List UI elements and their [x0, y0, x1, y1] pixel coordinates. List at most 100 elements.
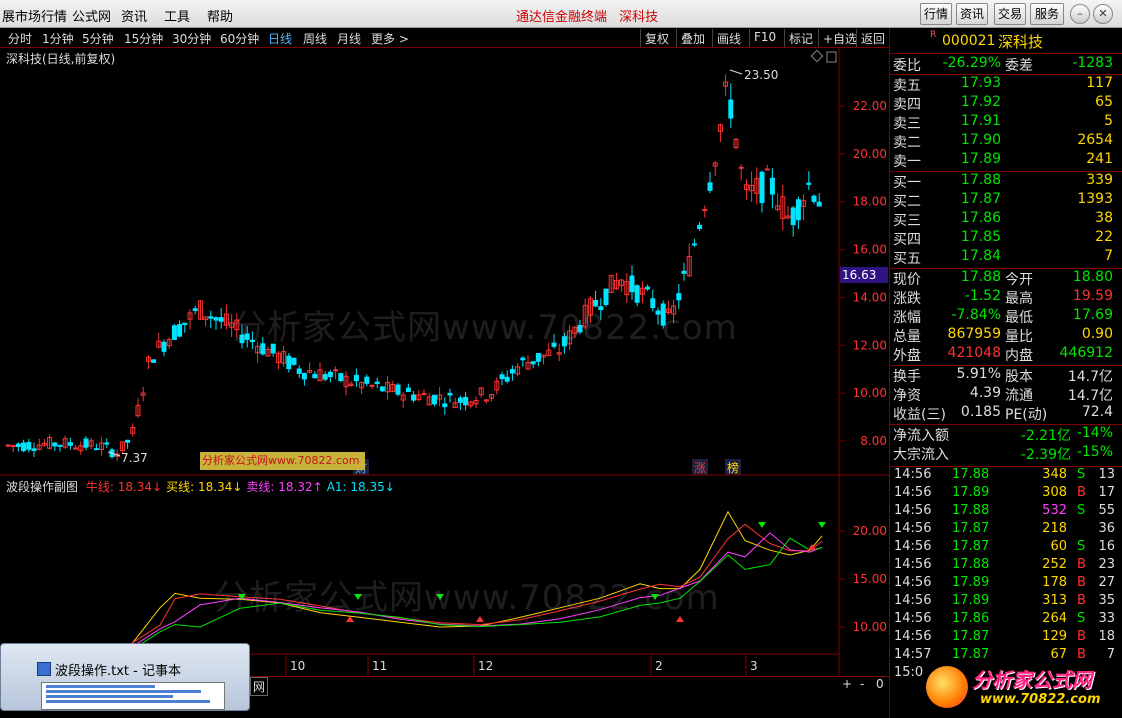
bid-label: 买三 — [893, 213, 921, 229]
reset-zoom-button[interactable]: 0 — [876, 677, 884, 691]
tick-time: 14:56 — [894, 539, 932, 554]
menu-help[interactable]: 帮助 — [207, 6, 233, 25]
sell-signal-arrow — [758, 522, 766, 528]
tick-price: 17.86 — [952, 611, 990, 626]
candle-body — [364, 376, 370, 384]
fundamental-row: 净资 4.39 流通 14.7亿 — [890, 385, 1122, 404]
indicator-tick-label: 15.00 — [853, 572, 887, 586]
stat-value: 867959 — [947, 326, 1001, 342]
tick-side: S — [1077, 539, 1086, 554]
tick-volume: 308 — [1042, 485, 1067, 500]
tick-side: S — [1077, 611, 1086, 626]
tick-time: 14:56 — [894, 575, 932, 590]
candle-body — [442, 403, 448, 408]
fund-label: 净资 — [893, 388, 921, 404]
stat-value: 19.59 — [1072, 288, 1113, 304]
menu-news[interactable]: 资讯 — [121, 6, 147, 25]
fund-value: 0.185 — [960, 404, 1001, 420]
tick-row: 14:56 17.88 532 S 55 — [890, 503, 1122, 521]
tick-side: B — [1077, 485, 1086, 500]
ask-volume: 117 — [1086, 75, 1113, 91]
mark-button[interactable]: 标记 — [784, 29, 817, 47]
bid-volume: 38 — [1095, 210, 1113, 226]
stat-value: -1.52 — [964, 288, 1001, 304]
zoom-out-button[interactable]: - — [860, 677, 864, 691]
tick-volume: 252 — [1042, 557, 1067, 572]
candle-body — [447, 392, 453, 396]
service-button[interactable]: 服务 — [1030, 3, 1064, 25]
minimize-icon[interactable]: – — [1070, 4, 1090, 24]
tick-count: 35 — [1098, 593, 1115, 608]
candle-body — [509, 369, 515, 374]
adjust-button[interactable]: 复权 — [640, 29, 673, 47]
news-button[interactable]: 资讯 — [956, 3, 988, 25]
stock-name: 深科技 — [998, 33, 1044, 51]
candle-body — [738, 166, 744, 169]
period-15min[interactable]: 15分钟 — [124, 30, 163, 47]
kline-title: 深科技(日线,前复权) — [6, 52, 116, 66]
f10-button[interactable]: F10 — [749, 29, 780, 47]
back-button[interactable]: 返回 — [856, 29, 889, 47]
tick-time: 14:56 — [894, 611, 932, 626]
bid-row: 买四 17.85 22 — [890, 229, 1122, 248]
tick-count: 18 — [1098, 629, 1115, 644]
period-1min[interactable]: 1分钟 — [42, 30, 74, 47]
window-icon — [826, 51, 837, 63]
trade-button[interactable]: 交易 — [994, 3, 1026, 25]
candle-body — [93, 448, 99, 451]
stat-label: 涨幅 — [893, 310, 921, 326]
app-title: 通达信金融终端 深科技 — [516, 6, 658, 25]
candle-body — [764, 168, 770, 171]
flow-value: -2.39亿 — [1020, 447, 1071, 463]
zoom-in-button[interactable]: + — [842, 677, 852, 691]
candle-body — [530, 361, 536, 365]
legend-items: 牛线: 18.34↓ 买线: 18.34↓ 卖线: 18.32↑ A1: 18.35↓ — [86, 480, 399, 494]
period-5min[interactable]: 5分钟 — [82, 30, 114, 47]
candle-body — [5, 444, 11, 447]
candle-body — [338, 373, 344, 382]
candle-body — [213, 317, 219, 321]
kline-chart[interactable]: 22.00 20.00 18.00 16.00 14.00 12.00 10.00 8.00 2… — [0, 48, 889, 476]
flow-row: 大宗流入 -2.39亿 -15% — [890, 444, 1122, 463]
stat-label: 外盘 — [893, 348, 921, 364]
period-weekly[interactable]: 周线 — [303, 30, 327, 47]
tick-time: 14:56 — [894, 467, 932, 482]
ask-label: 卖一 — [893, 154, 921, 170]
overlay-button[interactable]: 叠加 — [676, 29, 709, 47]
stat-value: 18.80 — [1072, 269, 1113, 285]
period-30min[interactable]: 30分钟 — [172, 30, 211, 47]
add-watchlist-button[interactable]: +自选 — [818, 29, 861, 47]
draw-button[interactable]: 画线 — [712, 29, 745, 47]
menu-formula-site[interactable]: 公式网 — [72, 6, 111, 25]
candle-body — [697, 224, 703, 230]
candle-body — [499, 374, 505, 380]
stat-value: 17.88 — [960, 269, 1001, 285]
period-60min[interactable]: 60分钟 — [220, 30, 259, 47]
bottom-tab[interactable]: 网 — [250, 677, 269, 696]
weibi-label: 委比 — [893, 58, 921, 74]
quote-button[interactable]: 行情 — [920, 3, 952, 25]
candle-body — [520, 357, 526, 361]
period-more[interactable]: 更多 > — [371, 30, 409, 47]
close-icon[interactable]: ✕ — [1093, 4, 1113, 24]
candle-body — [125, 439, 131, 443]
menu-market[interactable]: 展市场行情 — [2, 6, 67, 25]
taskbar-notepad-preview[interactable]: 波段操作.txt - 记事本 — [0, 643, 250, 711]
diamond-icon — [810, 49, 824, 63]
period-monthly[interactable]: 月线 — [337, 30, 361, 47]
menu-tools[interactable]: 工具 — [164, 6, 190, 25]
period-daily[interactable]: 日线 — [268, 30, 292, 47]
ask-price: 17.91 — [960, 113, 1001, 129]
tick-row: 14:56 17.88 348 S 13 — [890, 467, 1122, 485]
notepad-thumbnail[interactable] — [41, 682, 225, 710]
tick-price: 17.87 — [952, 539, 990, 554]
tick-count: 36 — [1098, 521, 1115, 536]
candle-body — [457, 397, 463, 403]
fund-value: 14.7亿 — [1067, 369, 1113, 385]
menu-bar: 展市场行情 公式网 资讯 工具 帮助 通达信金融终端 深科技 行情 资讯 交易 … — [0, 0, 1122, 28]
period-tick[interactable]: 分时 — [8, 30, 32, 47]
kline-canvas[interactable]: 22.00 20.00 18.00 16.00 14.00 12.00 10.00 8.00 2… — [0, 48, 889, 476]
fund-label: 股本 — [1005, 369, 1033, 385]
flow-label: 净流入额 — [893, 428, 949, 444]
stat-value: 446912 — [1059, 345, 1113, 361]
